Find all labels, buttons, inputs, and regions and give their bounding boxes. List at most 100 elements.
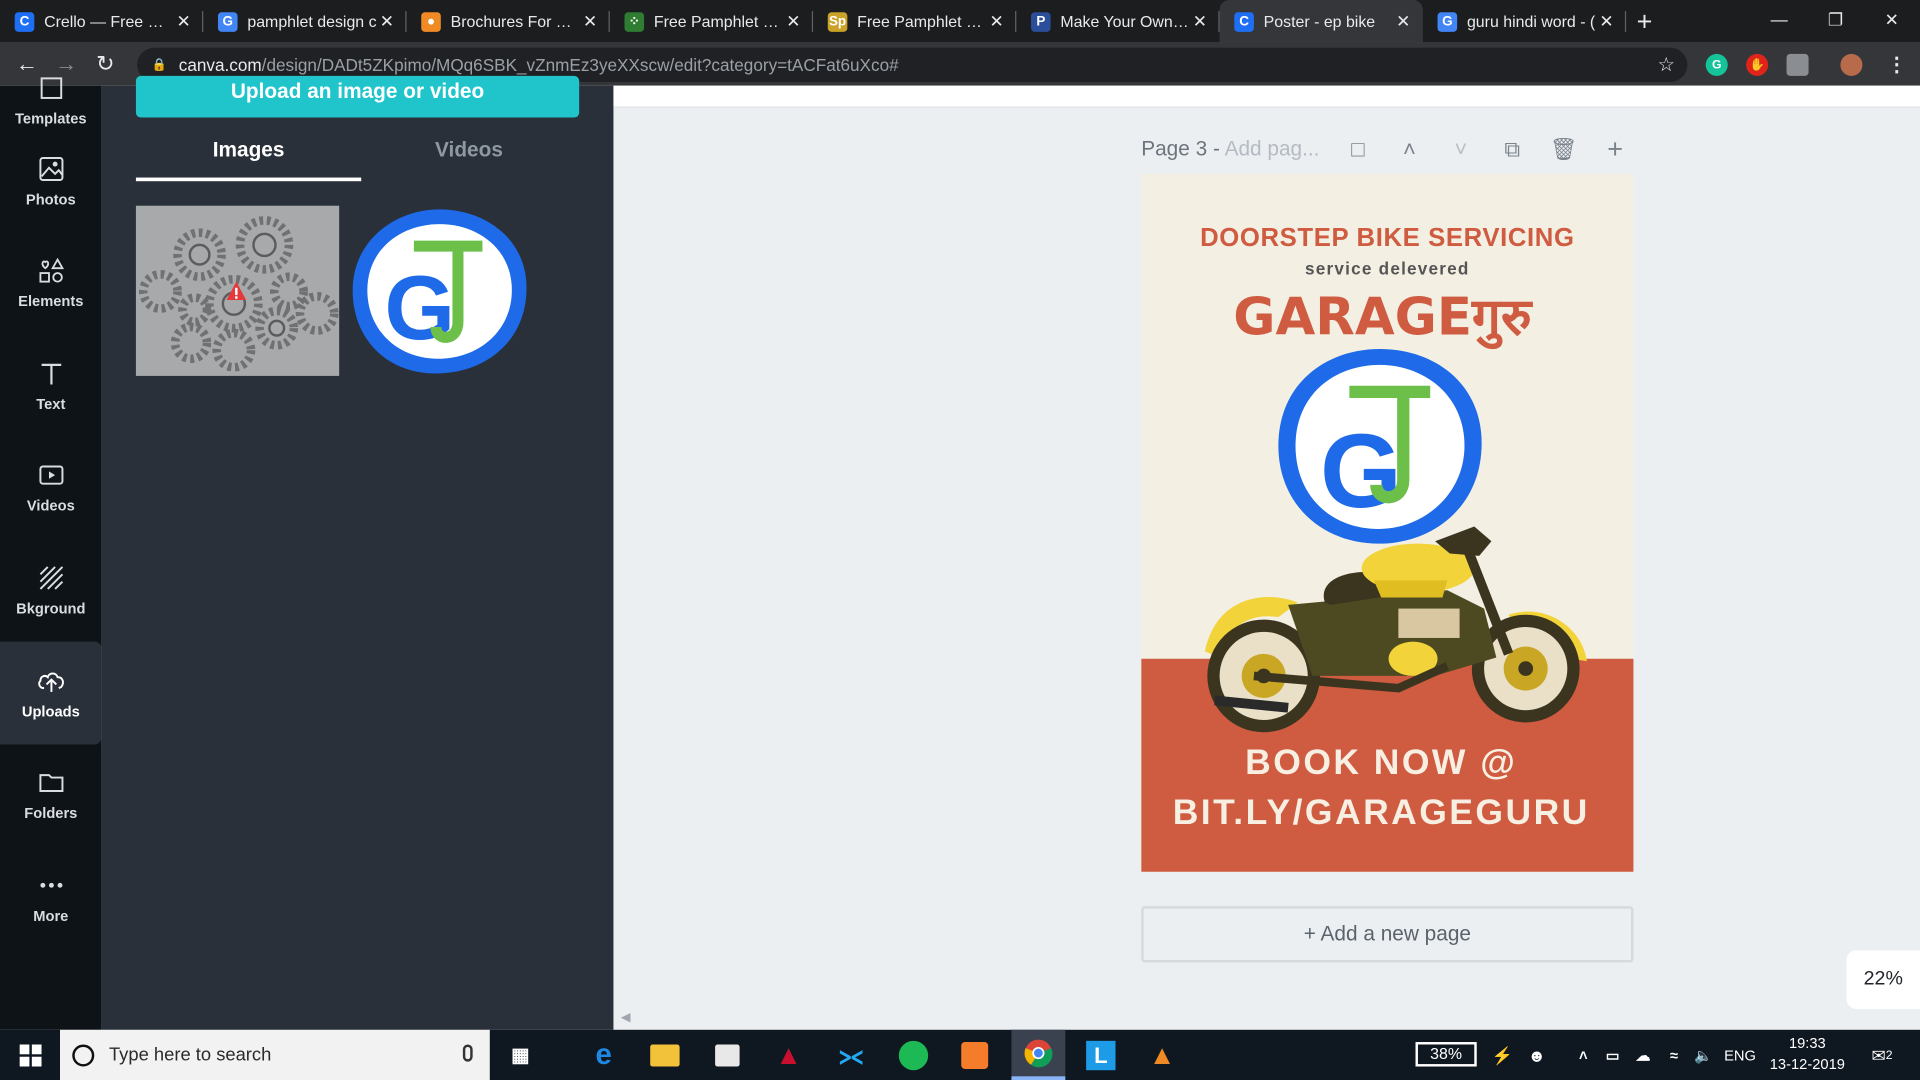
windows-taskbar: Type here to search ▦ e ▲ ⪥ L ▲ 38% ⚡ ☻ … (0, 1029, 1920, 1080)
browser-tab[interactable]: P Make Your Own Br ✕ (1016, 0, 1220, 43)
zoom-level[interactable]: 22% (1846, 950, 1920, 1009)
sidebar-item-label: Bkground (16, 600, 86, 618)
move-page-up-icon[interactable]: ˄ (1395, 135, 1424, 164)
mcafee-icon[interactable]: ▲ (768, 1036, 810, 1075)
windows-start-icon[interactable] (0, 1030, 60, 1080)
move-page-down-icon[interactable]: ˅ (1446, 135, 1475, 164)
sidebar-item-photos[interactable]: Photos (0, 130, 102, 233)
microphone-icon[interactable] (462, 1044, 473, 1062)
close-tab-icon[interactable]: ✕ (580, 11, 600, 32)
vlc-icon[interactable]: ▲ (1141, 1036, 1183, 1075)
cortana-icon (72, 1043, 95, 1066)
browser-tab[interactable]: ● Brochures For Your ✕ (407, 0, 610, 43)
grammarly-extension-icon[interactable]: G (1705, 53, 1728, 76)
close-tab-icon[interactable]: ✕ (1597, 11, 1617, 32)
close-tab-icon[interactable]: ✕ (1190, 11, 1210, 32)
browser-tab[interactable]: ⁘ Free Pamphlet Mal ✕ (610, 0, 814, 43)
sidebar-item-label: More (33, 907, 69, 925)
tab-favicon-icon: C (1234, 11, 1254, 32)
sidebar-item-label: Text (36, 395, 66, 413)
sidebar-item-videos[interactable]: Videos (0, 436, 102, 539)
upload-media-button[interactable]: Upload an image or video (135, 75, 580, 118)
profile-avatar[interactable] (1840, 53, 1863, 76)
folders-icon (36, 768, 65, 797)
extension-icon[interactable] (1786, 53, 1809, 76)
add-new-page-button[interactable]: + Add a new page (1141, 906, 1634, 963)
page-notes-icon[interactable]: □ (1343, 135, 1372, 164)
poster-cta-line1[interactable]: BOOK NOW @ (1245, 742, 1517, 782)
people-icon[interactable]: ☻ (1516, 1036, 1558, 1075)
horizontal-scrollbar[interactable]: ◀ (613, 1011, 1920, 1029)
svg-text:G: G (1320, 413, 1402, 530)
close-tab-icon[interactable]: ✕ (377, 11, 397, 32)
poster-brand[interactable]: GARAGEगुरु (1233, 287, 1534, 349)
poster-logo[interactable]: G (1278, 348, 1482, 544)
tab-title: guru hindi word - ( (1466, 12, 1596, 31)
new-tab-button[interactable]: + (1626, 0, 1663, 43)
task-view-icon[interactable]: ▦ (500, 1036, 542, 1075)
tab-favicon-icon: ⁘ (624, 11, 645, 32)
poster-subline[interactable]: service delevered (1305, 258, 1470, 278)
xampp-icon[interactable] (954, 1036, 996, 1075)
elements-icon (36, 256, 65, 285)
battery-indicator[interactable]: 38% (1415, 1042, 1477, 1067)
page-header: Page 3 - Add pag... □ ˄ ˅ ⧉ 🗑 + (1141, 132, 1633, 166)
adblock-extension-icon[interactable]: ✋ (1746, 53, 1769, 76)
tab-title: Poster - ep bike (1263, 12, 1376, 31)
lightworks-icon[interactable]: L (1080, 1036, 1122, 1075)
text-icon (36, 359, 65, 388)
sidebar-item-folders[interactable]: Folders (0, 743, 102, 846)
editor-canvas-area: Page 3 - Add pag... □ ˄ ˅ ⧉ 🗑 + DOORSTEP… (613, 85, 1920, 1030)
sidebar-item-text[interactable]: Text (0, 334, 102, 437)
vscode-icon[interactable]: ⪥ (830, 1036, 872, 1075)
close-tab-icon[interactable]: ✕ (174, 11, 194, 32)
edge-browser-icon[interactable]: e (583, 1036, 625, 1075)
clock-time: 19:33 (1788, 1034, 1826, 1052)
poster-page[interactable]: DOORSTEP BIKE SERVICING service delevere… (1141, 173, 1634, 872)
volume-icon[interactable]: 🔈 (1682, 1036, 1724, 1075)
poster-cta-line2[interactable]: BIT.LY/GARAGEGURU (1173, 792, 1590, 832)
uploaded-image-logo[interactable]: G (350, 204, 529, 377)
tab-favicon-icon: C (14, 11, 35, 32)
restore-button[interactable]: ❐ (1807, 0, 1863, 39)
uploaded-image-gears[interactable] (135, 205, 340, 376)
browser-tab-strip: C Crello — Free Grap ✕ Gpamphlet design c ✕ ●… (0, 0, 1920, 43)
poster-headline[interactable]: DOORSTEP BIKE SERVICING (1200, 224, 1574, 252)
close-tab-icon[interactable]: ✕ (987, 11, 1007, 32)
sidebar-item-bkground[interactable]: Bkground (0, 539, 102, 642)
file-explorer-icon[interactable] (644, 1036, 686, 1075)
chrome-taskbar-icon[interactable] (1011, 1029, 1066, 1080)
page-label: Page 3 - Add pag... (1141, 137, 1320, 161)
close-tab-icon[interactable]: ✕ (1393, 11, 1413, 32)
sidebar-item-more[interactable]: More (0, 846, 102, 949)
delete-page-icon[interactable]: 🗑 (1549, 135, 1578, 164)
notifications-icon[interactable]: ✉ 2 (1861, 1036, 1903, 1075)
tab-images[interactable]: Images (135, 135, 362, 182)
sidebar-item-elements[interactable]: Elements (0, 231, 102, 334)
browser-tab[interactable]: C Crello — Free Grap ✕ (0, 0, 204, 43)
tab-title: Free Pamphlet Mal (857, 12, 987, 31)
page-title-input[interactable]: Add pag... (1225, 137, 1320, 160)
close-tab-icon[interactable]: ✕ (784, 11, 804, 32)
sidebar-item-label: Elements (18, 292, 84, 310)
microsoft-store-icon[interactable] (707, 1036, 749, 1075)
spotify-icon[interactable] (893, 1036, 935, 1075)
browser-tab[interactable]: C Poster - ep bike ✕ (1219, 0, 1423, 43)
system-clock[interactable]: 19:33 13-12-2019 (1761, 1033, 1854, 1075)
close-window-button[interactable]: ✕ (1864, 0, 1920, 39)
bookmark-star-icon[interactable]: ☆ (1658, 53, 1676, 77)
sidebar-item-uploads[interactable]: Uploads (0, 641, 102, 745)
browser-tab[interactable]: Gpamphlet design c ✕ (203, 0, 407, 43)
browser-tab[interactable]: Gguru hindi word - (✕ (1423, 0, 1627, 43)
tab-title: Brochures For Your (450, 12, 581, 31)
motorcycle-illustration[interactable] (1204, 526, 1587, 733)
add-page-icon[interactable]: + (1600, 133, 1629, 164)
tab-videos[interactable]: Videos (356, 135, 581, 182)
language-indicator[interactable]: ENG (1719, 1036, 1761, 1075)
browser-tab[interactable]: Sp Free Pamphlet Mal ✕ (813, 0, 1017, 43)
warning-icon (225, 280, 247, 302)
browser-menu-icon[interactable]: ⋮ (1886, 54, 1908, 76)
duplicate-page-icon[interactable]: ⧉ (1498, 135, 1527, 164)
minimize-button[interactable]: — (1751, 0, 1807, 39)
taskbar-search-box[interactable]: Type here to search (60, 1029, 490, 1080)
